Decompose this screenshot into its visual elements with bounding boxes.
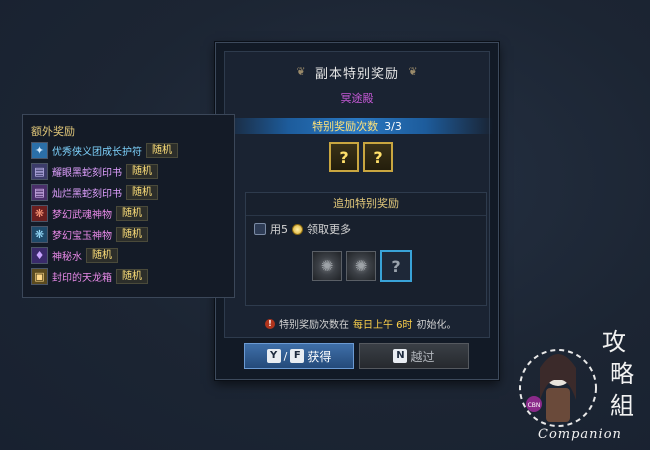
skip-button-label: 越过 bbox=[410, 349, 435, 364]
random-tag: 随机 bbox=[86, 248, 118, 263]
use-coin-option[interactable]: 用5 领取更多 bbox=[254, 221, 351, 237]
book-icon: ▤ bbox=[31, 163, 48, 180]
soul-artifact-icon: ❋ bbox=[31, 205, 48, 222]
random-tag: 随机 bbox=[146, 143, 178, 158]
reward-item-name: 优秀侠义团成长护符 bbox=[52, 147, 142, 158]
list-item[interactable]: ▤ 灿烂黑蛇刻印书 随机 bbox=[31, 183, 178, 202]
extra-rewards-title: 额外奖励 bbox=[31, 125, 75, 138]
list-item[interactable]: ♦ 神秘水 随机 bbox=[31, 246, 178, 265]
rune-icon[interactable]: ✺ bbox=[346, 251, 376, 281]
reset-note-time: 每日上午 6时 bbox=[353, 320, 413, 331]
get-button[interactable]: Y / F 获得 bbox=[244, 343, 354, 369]
seal-char: 組 bbox=[610, 392, 634, 420]
random-tag: 随机 bbox=[126, 185, 158, 200]
reset-note-part2: 初始化。 bbox=[416, 320, 457, 331]
use-coin-prefix: 用5 bbox=[270, 223, 288, 236]
dialog-content-panel: ❦ 副本特别奖励 ❦ 冥途殿 特别奖励次数 3/3 ? ? 追加特别奖励 用5 … bbox=[221, 51, 493, 338]
reset-note-part1: 特别奖励次数在 bbox=[279, 320, 349, 331]
random-tag: 随机 bbox=[116, 227, 148, 242]
extra-reward-title: 追加特别奖励 bbox=[246, 193, 486, 216]
reward-slots: ? ? bbox=[329, 142, 393, 172]
chest-icon: ▣ bbox=[31, 268, 48, 285]
get-button-label: 获得 bbox=[307, 349, 332, 364]
book-icon: ▤ bbox=[31, 184, 48, 201]
extra-reward-section: 追加特别奖励 用5 领取更多 ✺ ✺ ? bbox=[245, 192, 487, 306]
random-tag: 随机 bbox=[116, 269, 148, 284]
reward-slot-unknown[interactable]: ? bbox=[329, 142, 359, 172]
random-tag: 随机 bbox=[116, 206, 148, 221]
dialog-title: 副本特别奖励 bbox=[314, 66, 399, 82]
potion-icon: ♦ bbox=[31, 247, 48, 264]
unknown-extra-slot[interactable]: ? bbox=[380, 250, 412, 282]
talisman-icon: ✦ bbox=[31, 142, 48, 159]
key-separator: / bbox=[283, 349, 288, 363]
jade-artifact-icon: ❋ bbox=[31, 226, 48, 243]
brand-text: Companion bbox=[538, 427, 622, 442]
reward-item-name: 神秘水 bbox=[52, 252, 82, 263]
key-y-badge: Y bbox=[266, 349, 281, 363]
left-ornament-icon: ❦ bbox=[296, 65, 306, 78]
special-reward-dialog: ❦ 副本特别奖励 ❦ 冥途殿 特别奖励次数 3/3 ? ? 追加特别奖励 用5 … bbox=[215, 42, 499, 380]
list-item[interactable]: ▤ 耀眼黑蛇刻印书 随机 bbox=[31, 162, 178, 181]
dialog-title-row: ❦ 副本特别奖励 ❦ bbox=[225, 62, 489, 82]
use-coin-suffix: 领取更多 bbox=[307, 223, 351, 236]
use-coin-checkbox[interactable] bbox=[254, 223, 266, 235]
key-n-badge: N bbox=[393, 349, 408, 363]
reward-item-name: 封印的天龙箱 bbox=[52, 273, 112, 284]
right-ornament-icon: ❦ bbox=[408, 65, 418, 78]
reward-count-label: 特别奖励次数 bbox=[312, 120, 379, 133]
reset-note: ! 特别奖励次数在 每日上午 6时 初始化。 bbox=[265, 316, 457, 331]
seal-char: 攻 bbox=[602, 328, 626, 356]
badge-text: CBN bbox=[528, 402, 541, 409]
list-item[interactable]: ▣ 封印的天龙箱 随机 bbox=[31, 267, 178, 286]
key-f-badge: F bbox=[290, 349, 305, 363]
skip-button[interactable]: N 越过 bbox=[359, 343, 469, 369]
dungeon-name: 冥途殿 bbox=[340, 92, 374, 105]
extra-rewards-list: ✦ 优秀侠义团成长护符 随机 ▤ 耀眼黑蛇刻印书 随机 ▤ 灿烂黑蛇刻印书 随机… bbox=[31, 141, 178, 288]
seal-char: 略 bbox=[610, 360, 634, 388]
extra-rewards-panel: 额外奖励 ✦ 优秀侠义团成长护符 随机 ▤ 耀眼黑蛇刻印书 随机 ▤ 灿烂黑蛇刻… bbox=[22, 114, 235, 298]
list-item[interactable]: ❋ 梦幻宝玉神物 随机 bbox=[31, 225, 178, 244]
random-tag: 随机 bbox=[126, 164, 158, 179]
list-item[interactable]: ❋ 梦幻武魂神物 随机 bbox=[31, 204, 178, 223]
list-item[interactable]: ✦ 优秀侠义团成长护符 随机 bbox=[31, 141, 178, 160]
rune-icon[interactable]: ✺ bbox=[312, 251, 342, 281]
reward-item-name: 耀眼黑蛇刻印书 bbox=[52, 168, 122, 179]
warning-icon: ! bbox=[265, 318, 275, 329]
reward-item-name: 梦幻宝玉神物 bbox=[52, 231, 112, 242]
reward-item-name: 梦幻武魂神物 bbox=[52, 210, 112, 221]
reward-slot-unknown[interactable]: ? bbox=[363, 142, 393, 172]
extra-reward-slots: ✺ ✺ ? bbox=[312, 250, 412, 282]
reward-count-value: 3/3 bbox=[384, 119, 402, 133]
coin-icon bbox=[292, 223, 303, 235]
reward-item-name: 灿烂黑蛇刻印书 bbox=[52, 189, 122, 200]
reward-count-bar: 特别奖励次数 3/3 bbox=[221, 118, 493, 134]
